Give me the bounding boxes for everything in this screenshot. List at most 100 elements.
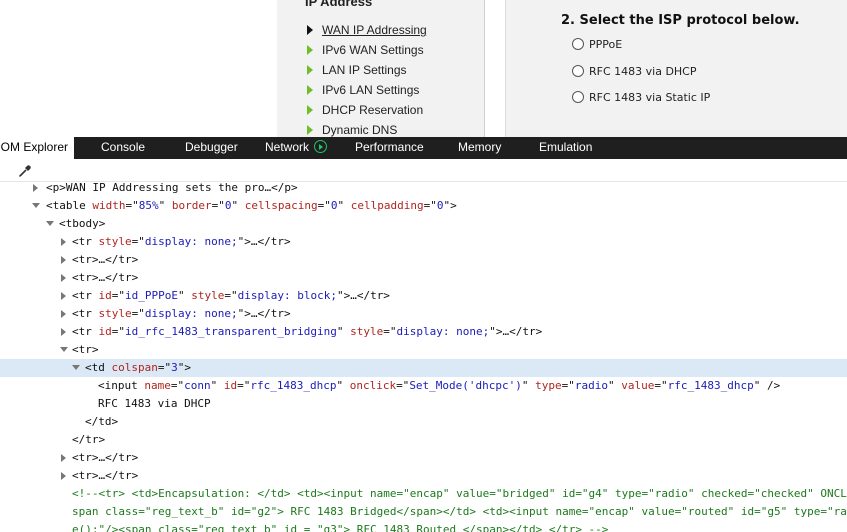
dom-node-row[interactable]: <tbody>: [0, 215, 847, 233]
dom-node-row[interactable]: <tr id="id_rfc_1483_transparent_bridging…: [0, 323, 847, 341]
attr-value: radio: [574, 379, 609, 392]
dom-node-row-selected[interactable]: <td colspan="3">: [0, 359, 847, 377]
dom-node-row[interactable]: <tr>…</tr>: [0, 467, 847, 485]
markup-text: =": [317, 199, 331, 212]
network-record-icon[interactable]: [314, 140, 328, 153]
markup-text: <tr>…</tr>: [72, 253, 139, 266]
step-title: 2. Select the ISP protocol below.: [561, 13, 800, 28]
expand-arrow-icon[interactable]: [60, 233, 68, 251]
markup-text: ">…</tr>: [336, 289, 390, 302]
nav-item-wan-ip-addressing[interactable]: WAN IP Addressing: [307, 22, 427, 38]
markup-text: ">: [443, 199, 457, 212]
collapse-arrow-icon[interactable]: [72, 359, 80, 377]
dom-node-text: span class="reg_text_b" id="g2"> RFC 148…: [72, 503, 847, 521]
expand-arrow-icon[interactable]: [32, 182, 40, 197]
attr-value: display: none;: [396, 325, 490, 338]
dom-comment-row[interactable]: e();"/><span class="reg_text_b" id = "g3…: [0, 521, 847, 532]
attr-name: id: [223, 379, 238, 392]
collapse-arrow-icon[interactable]: [60, 341, 68, 359]
markup-text: =": [423, 199, 437, 212]
markup-text: ": [158, 199, 172, 212]
tab-performance[interactable]: Performance: [355, 137, 424, 159]
markup-text: <tr: [72, 307, 99, 320]
nav-item-ipv6-wan-settings[interactable]: IPv6 WAN Settings: [307, 42, 424, 58]
markup-text: <tr: [72, 235, 99, 248]
tab-debugger[interactable]: Debugger: [185, 137, 238, 159]
dom-node-row[interactable]: <tr style="display: none;">…</tr>: [0, 305, 847, 323]
markup-text: </td>: [85, 415, 119, 428]
nav-item-lan-ip-settings[interactable]: LAN IP Settings: [307, 62, 407, 78]
radio-rfc1483-static-ip[interactable]: RFC 1483 via Static IP: [572, 91, 710, 104]
collapse-arrow-icon[interactable]: [32, 197, 40, 215]
expand-arrow-icon[interactable]: [60, 269, 68, 287]
dom-node-row[interactable]: </tr>: [0, 431, 847, 449]
radio-rfc1483-dhcp[interactable]: RFC 1483 via DHCP: [572, 65, 697, 78]
markup-text: =": [237, 379, 251, 392]
markup-text: =": [111, 325, 125, 338]
dom-node-text: <input name="conn" id="rfc_1483_dhcp" on…: [98, 377, 780, 395]
dom-node-row[interactable]: <tr>…</tr>: [0, 449, 847, 467]
expand-arrow-icon[interactable]: [60, 449, 68, 467]
devtools-toolbar: [0, 159, 847, 182]
arrow-right-icon: [307, 105, 313, 115]
radio-circle-icon[interactable]: [572, 65, 584, 77]
element-picker-icon[interactable]: [18, 164, 32, 178]
dom-node-row[interactable]: RFC 1483 via DHCP: [0, 395, 847, 413]
dom-node-text: <tr>…</tr>: [72, 251, 138, 269]
dom-node-row[interactable]: <p>WAN IP Addressing sets the pro…</p>: [0, 182, 847, 197]
markup-text: =": [654, 379, 668, 392]
attr-value: conn: [184, 379, 211, 392]
markup-text: <table: [46, 199, 93, 212]
dom-node-text: <!--<tr> <td>Encapsulation: </td> <td><i…: [72, 485, 847, 503]
collapse-arrow-icon[interactable]: [46, 215, 54, 233]
markup-text: ": [231, 199, 245, 212]
expand-arrow-icon[interactable]: [60, 251, 68, 269]
expand-arrow-icon[interactable]: [60, 305, 68, 323]
markup-text: =": [131, 235, 145, 248]
dom-node-text: <tr style="display: none;">…</tr>: [72, 305, 291, 323]
markup-text: ">…</tr>: [237, 307, 291, 320]
dom-node-row[interactable]: </td>: [0, 413, 847, 431]
dom-node-row[interactable]: <tr id="id_PPPoE" style="display: block;…: [0, 287, 847, 305]
attr-name: value: [621, 379, 655, 392]
markup-text: =": [157, 361, 172, 374]
radio-circle-icon[interactable]: [572, 91, 584, 103]
attr-value: id_rfc_1483_transparent_bridging: [125, 325, 337, 338]
radio-circle-icon[interactable]: [572, 38, 584, 50]
markup-text: <p>WAN IP Addressing sets the pro…</p>: [46, 182, 298, 194]
arrow-right-icon: [307, 45, 313, 55]
section-title: IP Address: [305, 0, 373, 9]
dom-tree: <p>WAN IP Addressing sets the pro…</p> <…: [0, 182, 847, 532]
expand-arrow-icon[interactable]: [60, 323, 68, 341]
nav-item-dhcp-reservation[interactable]: DHCP Reservation: [307, 102, 423, 118]
expand-arrow-icon[interactable]: [60, 287, 68, 305]
dom-node-text: <tr>…</tr>: [72, 467, 138, 485]
attr-value: display: none;: [144, 235, 238, 248]
tab-emulation[interactable]: Emulation: [539, 137, 592, 159]
dom-node-row[interactable]: <tr style="display: none;">…</tr>: [0, 233, 847, 251]
dom-node-row[interactable]: <tr>…</tr>: [0, 251, 847, 269]
dom-node-row[interactable]: <tr>…</tr>: [0, 269, 847, 287]
dom-node-text: <tr id="id_rfc_1483_transparent_bridging…: [72, 323, 542, 341]
tab-memory[interactable]: Memory: [458, 137, 501, 159]
nav-item-ipv6-lan-settings[interactable]: IPv6 LAN Settings: [307, 82, 419, 98]
markup-text: ">: [177, 361, 191, 374]
attr-name: style: [191, 289, 225, 302]
html-comment: span class="reg_text_b" id="g2"> RFC 148…: [72, 505, 847, 518]
tab-dom-explorer[interactable]: DOM Explorer: [0, 137, 74, 159]
dom-node-text: <tr>…</tr>: [72, 269, 138, 287]
dom-comment-row[interactable]: <!--<tr> <td>Encapsulation: </td> <td><i…: [0, 485, 847, 503]
radio-pppoe[interactable]: PPPoE: [572, 38, 622, 51]
markup-text: <input: [98, 379, 145, 392]
markup-text: </tr>: [72, 433, 106, 446]
tab-console[interactable]: Console: [101, 137, 145, 159]
dom-node-row[interactable]: <tr>: [0, 341, 847, 359]
tab-network[interactable]: Network: [265, 137, 328, 159]
expand-arrow-icon[interactable]: [60, 467, 68, 485]
dom-node-row[interactable]: <table width="85%" border="0" cellspacin…: [0, 197, 847, 215]
dom-node-row[interactable]: <input name="conn" id="rfc_1483_dhcp" on…: [0, 377, 847, 395]
dom-comment-row[interactable]: span class="reg_text_b" id="g2"> RFC 148…: [0, 503, 847, 521]
markup-text: <tbody>: [59, 217, 106, 230]
dom-node-text: <tr>…</tr>: [72, 449, 138, 467]
nav-item-dynamic-dns[interactable]: Dynamic DNS: [307, 122, 397, 137]
